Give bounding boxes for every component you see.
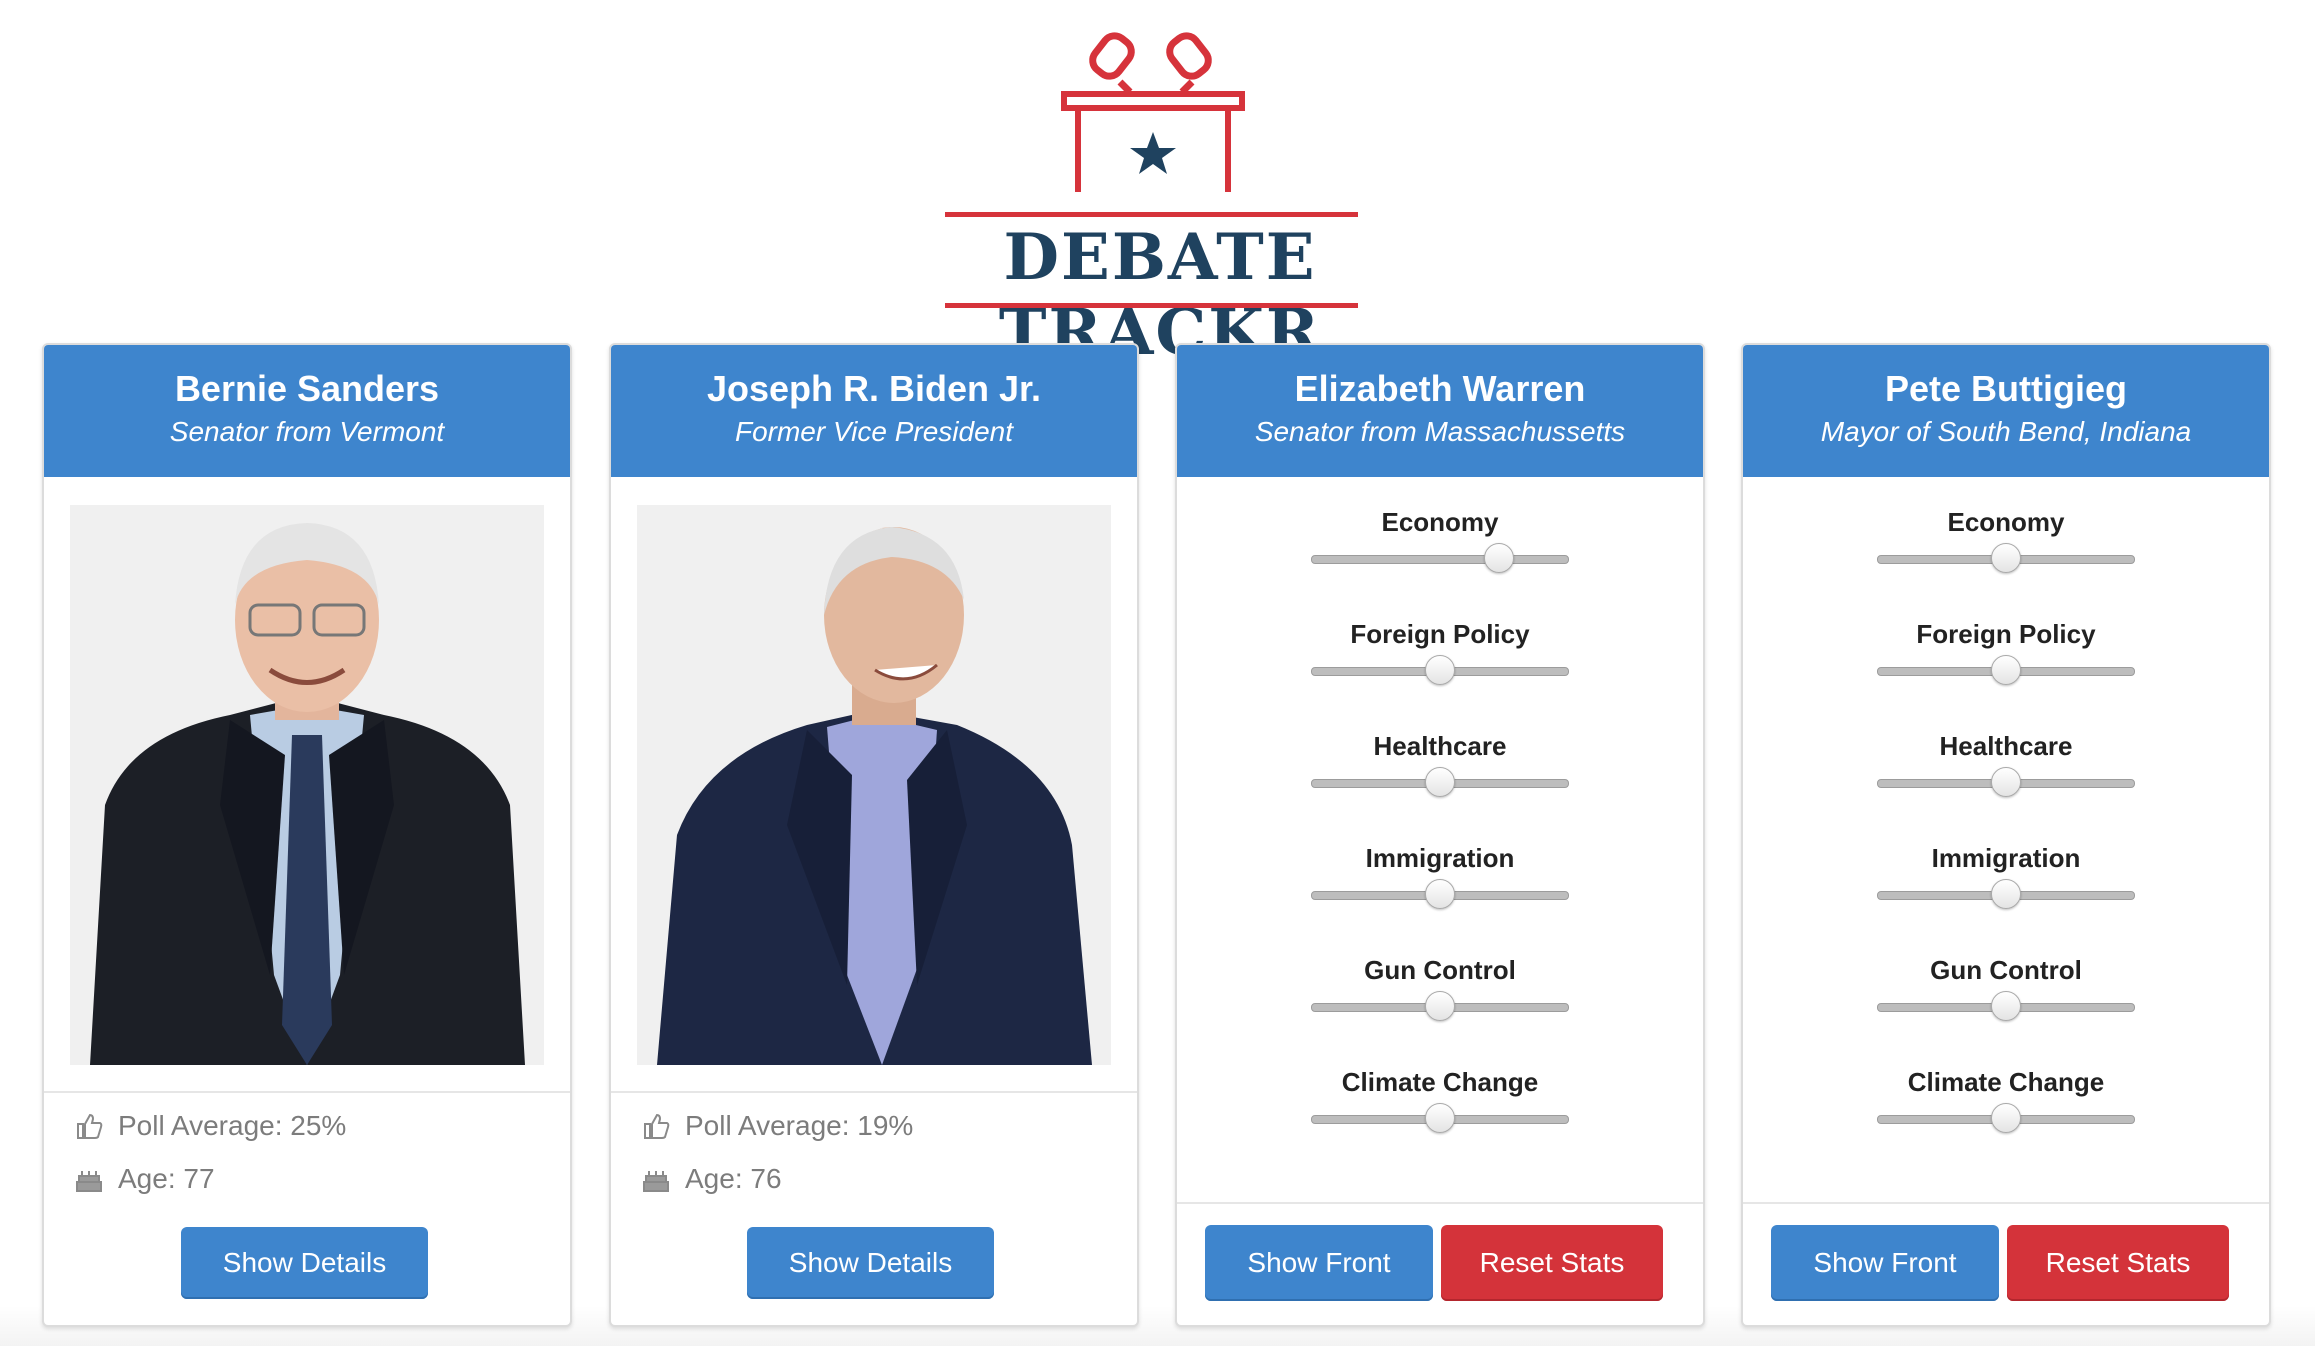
card-header: Elizabeth Warren Senator from Massachuss… [1177,345,1703,477]
candidate-title: Senator from Massachussetts [1254,416,1626,447]
slider-label: Foreign Policy [1350,619,1530,649]
poll-average: Poll Average: 25% [74,1110,346,1142]
slider-economy: Economy [1177,505,1703,573]
slider-thumb[interactable] [1991,1103,2021,1133]
slider-climate-change: Climate Change [1177,1065,1703,1133]
slider-track[interactable] [1311,543,1569,573]
slider-label: Foreign Policy [1916,619,2096,649]
candidate-name: Joseph R. Biden Jr. [706,368,1042,409]
slider-climate-change: Climate Change [1743,1065,2269,1133]
slider-label: Gun Control [1930,955,2082,985]
slider-thumb[interactable] [1991,879,2021,909]
slider-label: Immigration [1365,843,1515,873]
candidate-title: Senator from Vermont [169,416,445,447]
slider-label: Healthcare [1939,731,2073,761]
slider-track[interactable] [1311,879,1569,909]
podium-logo-icon [1061,32,1245,192]
slider-label: Healthcare [1373,731,1507,761]
logo-top-line [945,212,1358,217]
slider-foreign-policy: Foreign Policy [1177,617,1703,685]
thumbs-up-icon [77,1113,103,1139]
show-front-button[interactable]: Show Front [1771,1225,1999,1301]
candidate-age: Age: 76 [641,1163,782,1195]
slider-thumb[interactable] [1425,1103,1455,1133]
birthday-cake-icon [76,1171,102,1192]
slider-track[interactable] [1311,655,1569,685]
slider-immigration: Immigration [1743,841,2269,909]
thumbs-up-icon [644,1113,670,1139]
candidate-title: Mayor of South Bend, Indiana [1820,416,2192,447]
card-divider [611,1091,1137,1093]
slider-label: Climate Change [1907,1067,2105,1097]
slider-track[interactable] [1311,991,1569,1021]
slider-thumb[interactable] [1991,543,2021,573]
slider-track[interactable] [1877,1103,2135,1133]
show-details-button[interactable]: Show Details [181,1227,428,1299]
candidate-photo [70,505,544,1065]
card-header: Pete Buttigieg Mayor of South Bend, Indi… [1743,345,2269,477]
slider-track[interactable] [1311,767,1569,797]
slider-track[interactable] [1877,991,2135,1021]
age-label: Age: 76 [685,1163,782,1194]
slider-track[interactable] [1311,1103,1569,1133]
slider-healthcare: Healthcare [1177,729,1703,797]
candidate-photo [637,505,1111,1065]
candidate-card-biden: Joseph R. Biden Jr. Former Vice Presiden… [609,343,1139,1327]
candidate-name: Bernie Sanders [174,368,440,409]
slider-label: Immigration [1931,843,2081,873]
poll-average-label: Poll Average: 25% [118,1110,347,1141]
show-front-button[interactable]: Show Front [1205,1225,1433,1301]
slider-thumb[interactable] [1425,879,1455,909]
candidate-card-sanders: Bernie Sanders Senator from Vermont Poll… [42,343,572,1327]
slider-label: Climate Change [1341,1067,1539,1097]
slider-thumb[interactable] [1483,543,1514,573]
slider-thumb[interactable] [1425,655,1455,685]
slider-track[interactable] [1877,879,2135,909]
slider-foreign-policy: Foreign Policy [1743,617,2269,685]
show-details-button[interactable]: Show Details [747,1227,994,1299]
slider-thumb[interactable] [1425,991,1455,1021]
slider-track[interactable] [1877,655,2135,685]
logo-bottom-line [945,303,1358,308]
candidate-card-buttigieg: Pete Buttigieg Mayor of South Bend, Indi… [1741,343,2271,1327]
card-header: Bernie Sanders Senator from Vermont [44,345,570,477]
card-header: Joseph R. Biden Jr. Former Vice Presiden… [611,345,1137,477]
slider-gun-control: Gun Control [1743,953,2269,1021]
candidate-title: Former Vice President [734,416,1014,447]
slider-healthcare: Healthcare [1743,729,2269,797]
birthday-cake-icon [643,1171,669,1192]
card-divider [1177,1202,1703,1204]
slider-track[interactable] [1877,767,2135,797]
slider-thumb[interactable] [1991,991,2021,1021]
slider-immigration: Immigration [1177,841,1703,909]
slider-gun-control: Gun Control [1177,953,1703,1021]
slider-label: Economy [1381,507,1499,537]
reset-stats-button[interactable]: Reset Stats [2007,1225,2229,1301]
slider-economy: Economy [1743,505,2269,573]
card-divider [1743,1202,2269,1204]
candidate-name: Elizabeth Warren [1294,368,1586,409]
debate-trackr-logo: DEBATE TRACKR [870,20,1450,370]
poll-average-label: Poll Average: 19% [685,1110,914,1141]
slider-label: Economy [1947,507,2065,537]
reset-stats-button[interactable]: Reset Stats [1441,1225,1663,1301]
slider-thumb[interactable] [1425,767,1455,797]
poll-average: Poll Average: 19% [641,1110,913,1142]
slider-thumb[interactable] [1991,767,2021,797]
slider-thumb[interactable] [1991,655,2021,685]
slider-track[interactable] [1877,543,2135,573]
age-label: Age: 77 [118,1163,215,1194]
candidate-age: Age: 77 [74,1163,215,1195]
card-divider [44,1091,570,1093]
slider-label: Gun Control [1364,955,1516,985]
candidate-card-warren: Elizabeth Warren Senator from Massachuss… [1175,343,1705,1327]
candidate-name: Pete Buttigieg [1884,368,2127,409]
